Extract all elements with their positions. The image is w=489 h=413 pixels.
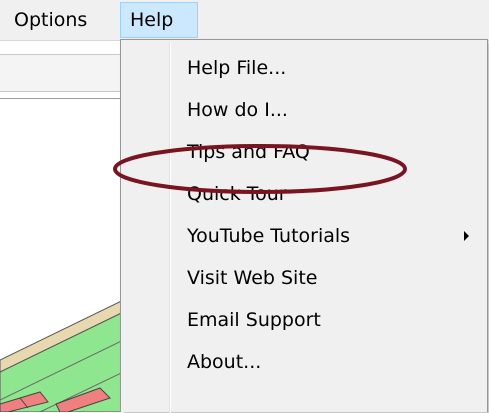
menu-item-how-do-i[interactable]: How do I...	[173, 90, 483, 130]
menu-item-youtube-tutorials-label: YouTube Tutorials	[187, 225, 351, 247]
menu-help[interactable]: Help	[120, 2, 198, 38]
panel-divider	[0, 98, 140, 99]
menu-item-about[interactable]: About...	[173, 342, 483, 382]
drawing-canvas	[0, 291, 140, 412]
menu-item-help-file[interactable]: Help File...	[173, 48, 483, 88]
menu-item-youtube-tutorials[interactable]: YouTube Tutorials	[173, 216, 483, 256]
menu-bar: Options Help	[0, 0, 489, 41]
menu-gutter-divider-highlight	[170, 42, 171, 413]
help-dropdown-menu: Help File... How do I... Tips and FAQ Qu…	[120, 39, 488, 413]
menu-item-visit-web-site[interactable]: Visit Web Site	[173, 258, 483, 298]
submenu-arrow-icon	[464, 231, 469, 241]
highlight-ellipse-annotation	[113, 144, 407, 194]
toolbar-strip	[0, 54, 140, 92]
menu-item-email-support[interactable]: Email Support	[173, 300, 483, 340]
menu-options[interactable]: Options	[4, 2, 97, 38]
